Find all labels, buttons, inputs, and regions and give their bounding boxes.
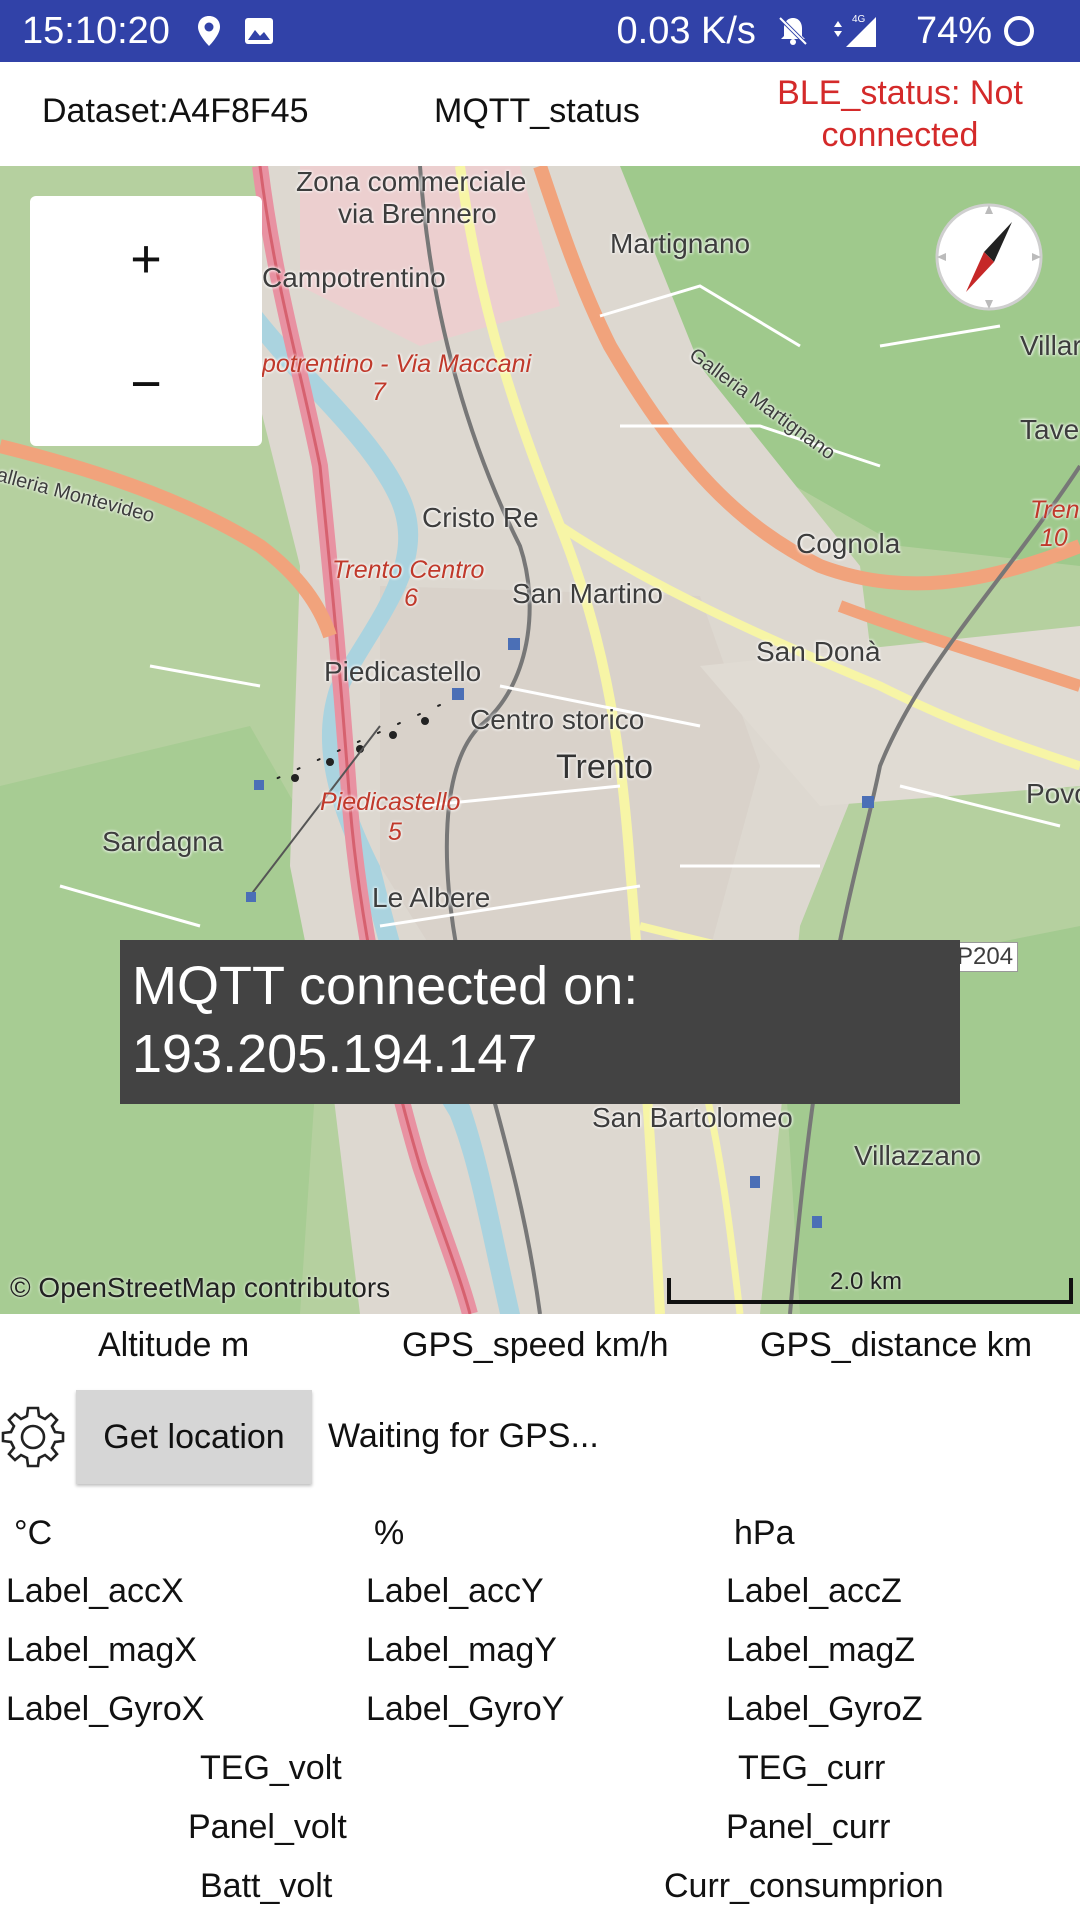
svg-text:4G: 4G <box>852 14 866 25</box>
info-row: Dataset:A4F8F45 MQTT_status BLE_status: … <box>0 62 1080 166</box>
acc-x-label: Label_accX <box>6 1572 184 1610</box>
map-label-piedicastello-station: Piedicastello <box>320 788 461 816</box>
map-label-povo: Povo <box>1026 778 1080 809</box>
mute-icon <box>776 14 810 48</box>
gps-distance-label: GPS_distance km <box>760 1326 1033 1364</box>
map-label-brennero: via Brennero <box>338 198 497 229</box>
gps-waiting-status: Waiting for GPS... <box>328 1417 599 1455</box>
acc-y-label: Label_accY <box>366 1572 544 1610</box>
zoom-in-button[interactable]: + <box>30 196 262 321</box>
toast-line1: MQTT connected on: <box>132 956 639 1016</box>
map-label-seven: 7 <box>372 378 386 406</box>
battery-ring-icon <box>1002 14 1036 48</box>
map-view[interactable]: Zona commerciale via Brennero Campotrent… <box>0 166 1080 1314</box>
ble-status-line1: BLE_status: Not <box>777 74 1023 112</box>
map-attribution: © OpenStreetMap contributors <box>10 1272 391 1303</box>
map-scale-text: 2.0 km <box>830 1268 903 1295</box>
status-time: 15:10:20 <box>22 9 170 52</box>
map-label-villa: Villar <box>1020 330 1080 361</box>
gyro-x-label: Label_GyroX <box>6 1690 205 1728</box>
map-label-five: 5 <box>388 818 402 846</box>
ble-status: BLE_status: Not connected <box>740 72 1060 156</box>
signal-icon: 4G <box>832 13 880 49</box>
curr-consumption-label: Curr_consumprion <box>664 1867 944 1905</box>
toast-line2: 193.205.194.147 <box>132 1024 538 1084</box>
gear-icon[interactable] <box>0 1404 66 1470</box>
status-bar: 15:10:20 0.03 K/s 4G 74% <box>0 0 1080 62</box>
gyro-z-label: Label_GyroZ <box>726 1690 923 1728</box>
net-speed: 0.03 K/s <box>616 9 756 52</box>
compass-icon[interactable] <box>934 202 1044 312</box>
teg-volt-label: TEG_volt <box>200 1749 342 1787</box>
image-icon <box>244 17 274 45</box>
panel-volt-label: Panel_volt <box>188 1808 347 1846</box>
temperature-label: °C <box>14 1514 53 1552</box>
zoom-controls: + − <box>30 196 262 446</box>
get-location-button[interactable]: Get location <box>76 1390 312 1484</box>
gyro-y-label: Label_GyroY <box>366 1690 565 1728</box>
map-scale-bar: 2.0 km <box>667 1268 1073 1304</box>
panel-curr-label: Panel_curr <box>726 1808 891 1846</box>
mag-y-label: Label_magY <box>366 1631 557 1669</box>
map-label-maccani: potrentino - Via Maccani <box>262 350 532 378</box>
mqtt-status: MQTT_status <box>434 92 640 130</box>
map-label-trento-centro: Trento Centro <box>332 556 485 584</box>
map-label-sardagna: Sardagna <box>102 826 224 857</box>
map-label-piedicastello: Piedicastello <box>324 656 482 687</box>
map-label-ten: 10 <box>1040 524 1068 552</box>
map-label-trento: Trento <box>556 748 654 786</box>
map-label-cristo-re: Cristo Re <box>422 502 539 533</box>
map-label-six: 6 <box>404 584 418 612</box>
ble-status-line2: connected <box>821 116 979 154</box>
map-label-martignano: Martignano <box>610 228 751 259</box>
mqtt-toast: MQTT connected on: 193.205.194.147 <box>120 940 960 1104</box>
teg-curr-label: TEG_curr <box>738 1749 886 1787</box>
battery-level: 74% <box>915 9 992 52</box>
zoom-out-button[interactable]: − <box>30 321 262 446</box>
gps-speed-label: GPS_speed km/h <box>402 1326 669 1364</box>
map-label-trento-b: Trento B <box>1030 496 1080 524</box>
humidity-label: % <box>374 1514 405 1552</box>
map-label-san-martino: San Martino <box>512 578 663 609</box>
batt-volt-label: Batt_volt <box>200 1867 333 1905</box>
map-label-le-albere: Le Albere <box>372 882 491 913</box>
dataset-label: Dataset:A4F8F45 <box>42 92 309 130</box>
map-label-cognola: Cognola <box>796 528 901 559</box>
map-label-centro-storico: Centro storico <box>470 704 645 735</box>
mag-z-label: Label_magZ <box>726 1631 916 1669</box>
map-label-tave: Tave <box>1020 414 1080 445</box>
map-label-villazzano: Villazzano <box>854 1140 982 1171</box>
location-icon <box>196 15 222 47</box>
map-label-san-dona: San Donà <box>756 636 881 667</box>
map-label-p204: P204 <box>952 942 1019 972</box>
pressure-label: hPa <box>734 1514 795 1552</box>
mag-x-label: Label_magX <box>6 1631 197 1669</box>
map-label-san-bartolomeo: San Bartolomeo <box>592 1102 793 1133</box>
map-label-zona: Zona commerciale <box>296 166 527 197</box>
map-label-campotrentino: Campotrentino <box>262 262 446 293</box>
acc-z-label: Label_accZ <box>726 1572 902 1610</box>
altitude-label: Altitude m <box>98 1326 250 1364</box>
